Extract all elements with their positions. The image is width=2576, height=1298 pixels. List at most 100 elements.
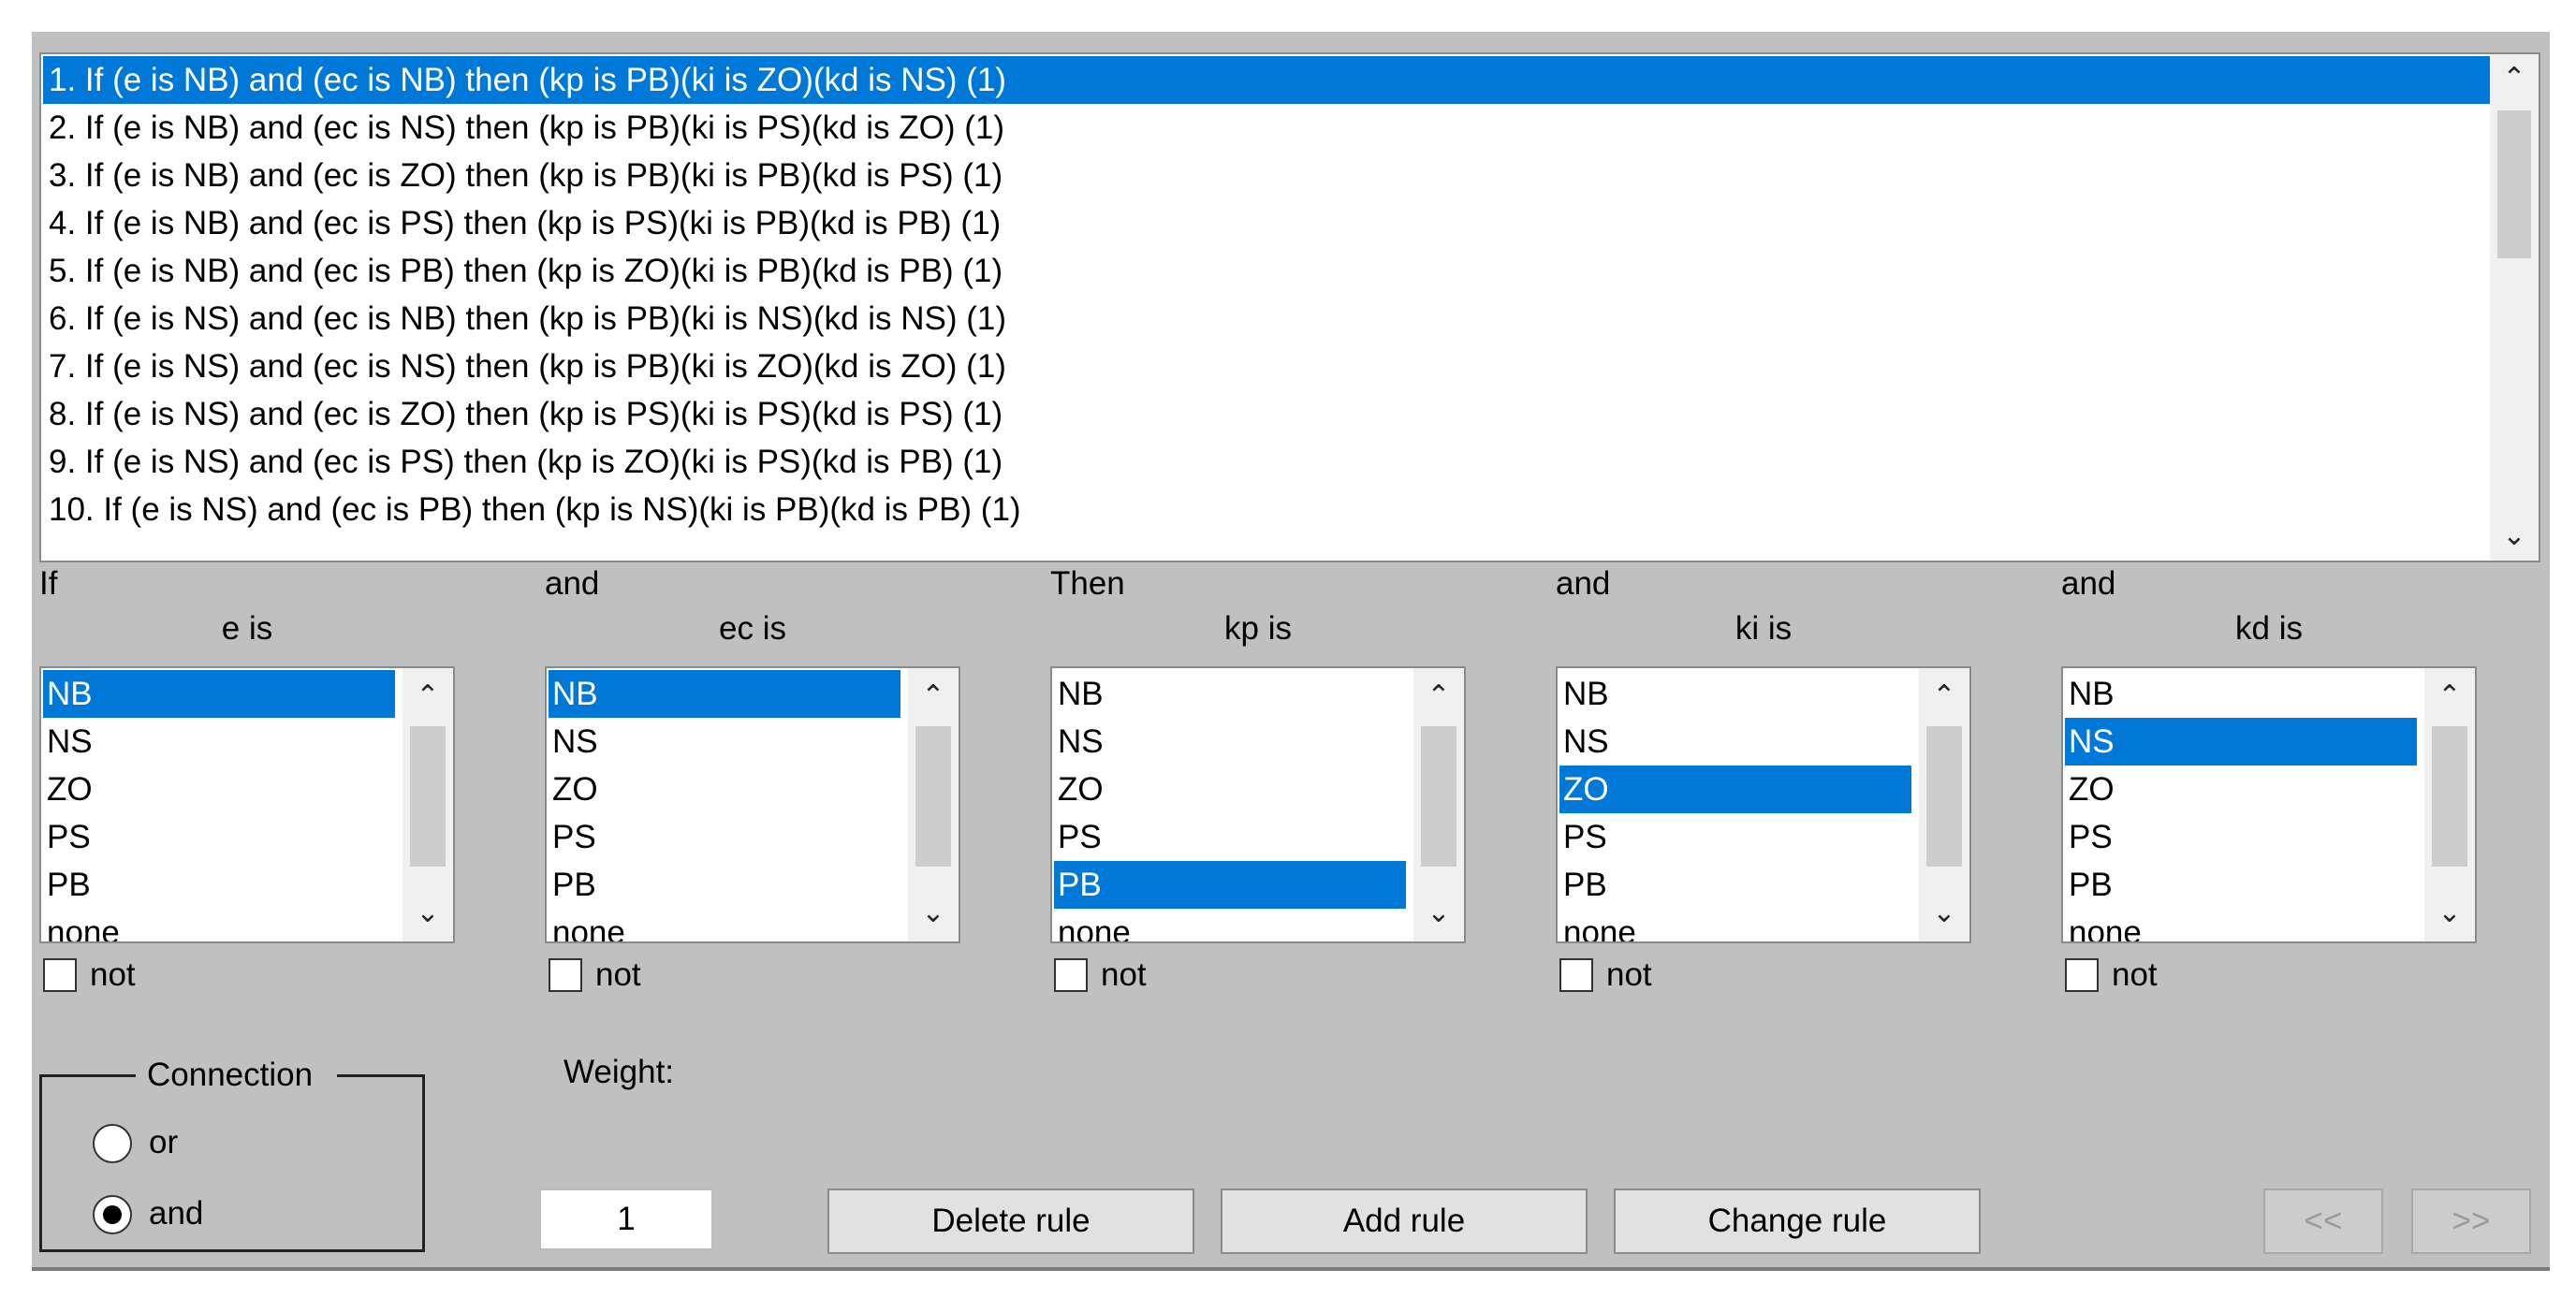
connection-group: Connection or and <box>39 1057 425 1252</box>
e-option-pb[interactable]: PB <box>43 861 395 909</box>
e-option-ps[interactable]: PS <box>43 813 395 861</box>
and-radio-label: and <box>149 1195 204 1232</box>
weight-label: Weight: <box>564 1054 675 1090</box>
prev-button[interactable]: << <box>2263 1189 2383 1254</box>
ki-option-none[interactable]: none <box>1559 909 1911 941</box>
ki-option-ps[interactable]: PS <box>1559 813 1911 861</box>
rule-item[interactable]: 7. If (e is NS) and (ec is NS) then (kp … <box>43 343 2496 390</box>
ec-option-ns[interactable]: NS <box>549 718 900 766</box>
kp-scroll-thumb[interactable] <box>1421 726 1456 867</box>
kd-scroll-thumb[interactable] <box>2432 726 2467 867</box>
rule-item[interactable]: 3. If (e is NB) and (ec is ZO) then (kp … <box>43 152 2496 199</box>
rules-scrollbar[interactable]: ⌃ ⌄ <box>2490 54 2539 561</box>
or-radio[interactable] <box>93 1124 132 1163</box>
e-option-ns[interactable]: NS <box>43 718 395 766</box>
kd-option-none[interactable]: none <box>2065 909 2417 941</box>
ec-not-checkbox[interactable] <box>549 958 582 992</box>
e-listbox[interactable]: NB NS ZO PS PB none ⌃ ⌄ <box>39 666 455 943</box>
kd-option-ns[interactable]: NS <box>2065 718 2417 766</box>
ec-option-pb[interactable]: PB <box>549 861 900 909</box>
rule-item[interactable]: 4. If (e is NB) and (ec is PS) then (kp … <box>43 199 2496 247</box>
weight-input[interactable]: 1 <box>539 1189 713 1250</box>
connection-title: Connection <box>136 1057 338 1094</box>
kd-option-pb[interactable]: PB <box>2065 861 2417 909</box>
delete-rule-button[interactable]: Delete rule <box>827 1189 1194 1254</box>
chevron-up-icon[interactable]: ⌃ <box>908 668 959 724</box>
ki-scroll-thumb[interactable] <box>1926 726 1962 867</box>
chevron-up-icon[interactable]: ⌃ <box>1413 668 1464 724</box>
chevron-up-icon[interactable]: ⌃ <box>402 668 453 724</box>
kp-var-label: kp is <box>1224 610 1292 647</box>
kp-listbox[interactable]: NB NS ZO PS PB none ⌃ ⌄ <box>1050 666 1466 943</box>
chevron-down-icon[interactable]: ⌄ <box>402 885 453 941</box>
kp-option-zo[interactable]: ZO <box>1054 766 1406 813</box>
kd-not-label: not <box>2112 956 2158 993</box>
add-rule-button[interactable]: Add rule <box>1221 1189 1588 1254</box>
chevron-down-icon[interactable]: ⌄ <box>1413 885 1464 941</box>
ec-option-nb[interactable]: NB <box>549 670 900 718</box>
and-radio[interactable] <box>93 1195 132 1234</box>
ki-option-pb[interactable]: PB <box>1559 861 1911 909</box>
kp-not-label: not <box>1101 956 1147 993</box>
and-label: and <box>2061 565 2116 602</box>
ki-var-label: ki is <box>1734 610 1793 647</box>
kd-option-nb[interactable]: NB <box>2065 670 2417 718</box>
chevron-down-icon[interactable]: ⌄ <box>2424 885 2475 941</box>
ec-not-label: not <box>595 956 641 993</box>
chevron-up-icon[interactable]: ⌃ <box>2490 54 2539 103</box>
e-option-none[interactable]: none <box>43 909 395 941</box>
ki-option-zo[interactable]: ZO <box>1559 766 1911 813</box>
kd-var-label: kd is <box>2235 610 2303 647</box>
kd-listbox[interactable]: NB NS ZO PS PB none ⌃ ⌄ <box>2061 666 2477 943</box>
ec-listbox[interactable]: NB NS ZO PS PB none ⌃ ⌄ <box>545 666 960 943</box>
chevron-up-icon[interactable]: ⌃ <box>1919 668 1969 724</box>
ki-option-nb[interactable]: NB <box>1559 670 1911 718</box>
chevron-up-icon[interactable]: ⌃ <box>2424 668 2475 724</box>
kp-option-none[interactable]: none <box>1054 909 1406 941</box>
ec-var-label: ec is <box>719 610 786 647</box>
kd-option-zo[interactable]: ZO <box>2065 766 2417 813</box>
or-radio-label: or <box>149 1124 179 1160</box>
e-scroll-thumb[interactable] <box>410 726 446 867</box>
ec-option-ps[interactable]: PS <box>549 813 900 861</box>
ki-option-ns[interactable]: NS <box>1559 718 1911 766</box>
rules-list-items: 1. If (e is NB) and (ec is NB) then (kp … <box>43 56 2496 533</box>
rule-editor-panel: 1. If (e is NB) and (ec is NB) then (kp … <box>32 32 2550 1271</box>
change-rule-button[interactable]: Change rule <box>1614 1189 1981 1254</box>
ec-scroll-thumb[interactable] <box>915 726 951 867</box>
kp-option-pb[interactable]: PB <box>1054 861 1406 909</box>
e-option-zo[interactable]: ZO <box>43 766 395 813</box>
rule-item[interactable]: 9. If (e is NS) and (ec is PS) then (kp … <box>43 438 2496 486</box>
kp-option-nb[interactable]: NB <box>1054 670 1406 718</box>
ki-scrollbar[interactable]: ⌃ ⌄ <box>1919 668 1969 941</box>
kp-scrollbar[interactable]: ⌃ ⌄ <box>1413 668 1464 941</box>
kd-option-ps[interactable]: PS <box>2065 813 2417 861</box>
kd-scrollbar[interactable]: ⌃ ⌄ <box>2424 668 2475 941</box>
rule-item[interactable]: 8. If (e is NS) and (ec is ZO) then (kp … <box>43 390 2496 438</box>
rule-item[interactable]: 6. If (e is NS) and (ec is NB) then (kp … <box>43 295 2496 343</box>
rule-item[interactable]: 2. If (e is NB) and (ec is NS) then (kp … <box>43 104 2496 152</box>
ec-option-none[interactable]: none <box>549 909 900 941</box>
e-option-nb[interactable]: NB <box>43 670 395 718</box>
chevron-down-icon[interactable]: ⌄ <box>1919 885 1969 941</box>
chevron-down-icon[interactable]: ⌄ <box>2490 512 2539 561</box>
kd-not-checkbox[interactable] <box>2065 958 2099 992</box>
radio-selected-dot <box>103 1205 122 1224</box>
rule-item[interactable]: 10. If (e is NS) and (ec is PB) then (kp… <box>43 486 2496 533</box>
ki-listbox[interactable]: NB NS ZO PS PB none ⌃ ⌄ <box>1556 666 1971 943</box>
chevron-down-icon[interactable]: ⌄ <box>908 885 959 941</box>
rules-listbox[interactable]: 1. If (e is NB) and (ec is NB) then (kp … <box>39 52 2540 562</box>
e-not-checkbox[interactable] <box>43 958 77 992</box>
ec-scrollbar[interactable]: ⌃ ⌄ <box>908 668 959 941</box>
ki-not-checkbox[interactable] <box>1559 958 1593 992</box>
rule-item[interactable]: 5. If (e is NB) and (ec is PB) then (kp … <box>43 247 2496 295</box>
kp-option-ps[interactable]: PS <box>1054 813 1406 861</box>
kp-not-checkbox[interactable] <box>1054 958 1088 992</box>
next-button[interactable]: >> <box>2411 1189 2531 1254</box>
rules-scroll-thumb[interactable] <box>2497 110 2531 258</box>
ec-option-zo[interactable]: ZO <box>549 766 900 813</box>
kp-option-ns[interactable]: NS <box>1054 718 1406 766</box>
e-scrollbar[interactable]: ⌃ ⌄ <box>402 668 453 941</box>
e-not-label: not <box>90 956 136 993</box>
rule-item[interactable]: 1. If (e is NB) and (ec is NB) then (kp … <box>43 56 2496 104</box>
